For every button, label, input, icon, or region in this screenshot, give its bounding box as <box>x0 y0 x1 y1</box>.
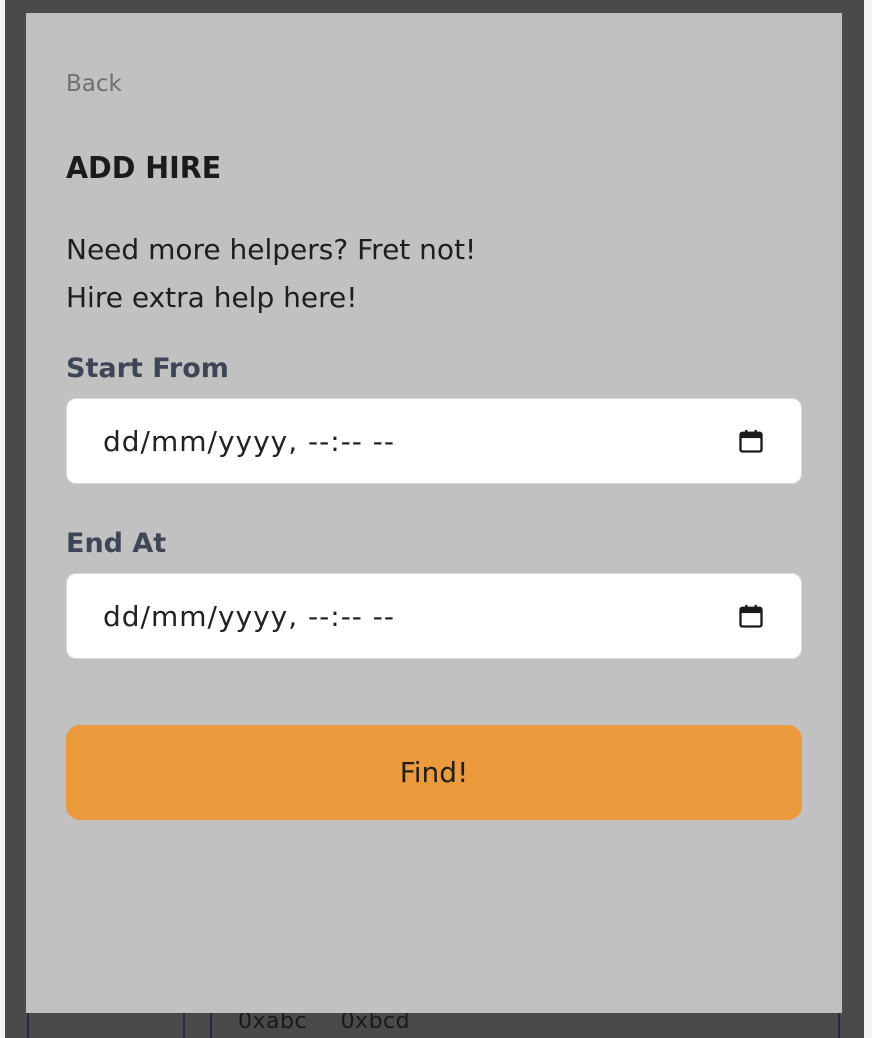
end-at-label: End At <box>66 528 167 559</box>
modal-title: ADD HIRE <box>66 151 222 186</box>
end-at-value: dd/mm/yyyy, --:-- -- <box>103 599 396 633</box>
back-link[interactable]: Back <box>66 71 122 97</box>
find-button[interactable]: Find! <box>66 725 802 820</box>
description-line-2: Hire extra help here! <box>66 281 358 314</box>
background-page-edge-right <box>864 0 872 1038</box>
background-table-border <box>838 1012 840 1038</box>
calendar-icon[interactable] <box>737 602 765 630</box>
start-from-value: dd/mm/yyyy, --:-- -- <box>103 424 396 458</box>
calendar-icon[interactable] <box>737 427 765 455</box>
start-from-label: Start From <box>66 353 229 384</box>
background-table-border <box>210 1012 212 1038</box>
add-hire-modal: Back ADD HIRE Need more helpers? Fret no… <box>26 13 842 1013</box>
start-from-datetime-input[interactable]: dd/mm/yyyy, --:-- -- <box>66 398 802 484</box>
description-line-1: Need more helpers? Fret not! <box>66 233 477 266</box>
background-page-edge-left <box>0 0 5 1038</box>
background-table-border <box>27 1012 29 1038</box>
end-at-datetime-input[interactable]: dd/mm/yyyy, --:-- -- <box>66 573 802 659</box>
background-table-border <box>183 1012 185 1038</box>
